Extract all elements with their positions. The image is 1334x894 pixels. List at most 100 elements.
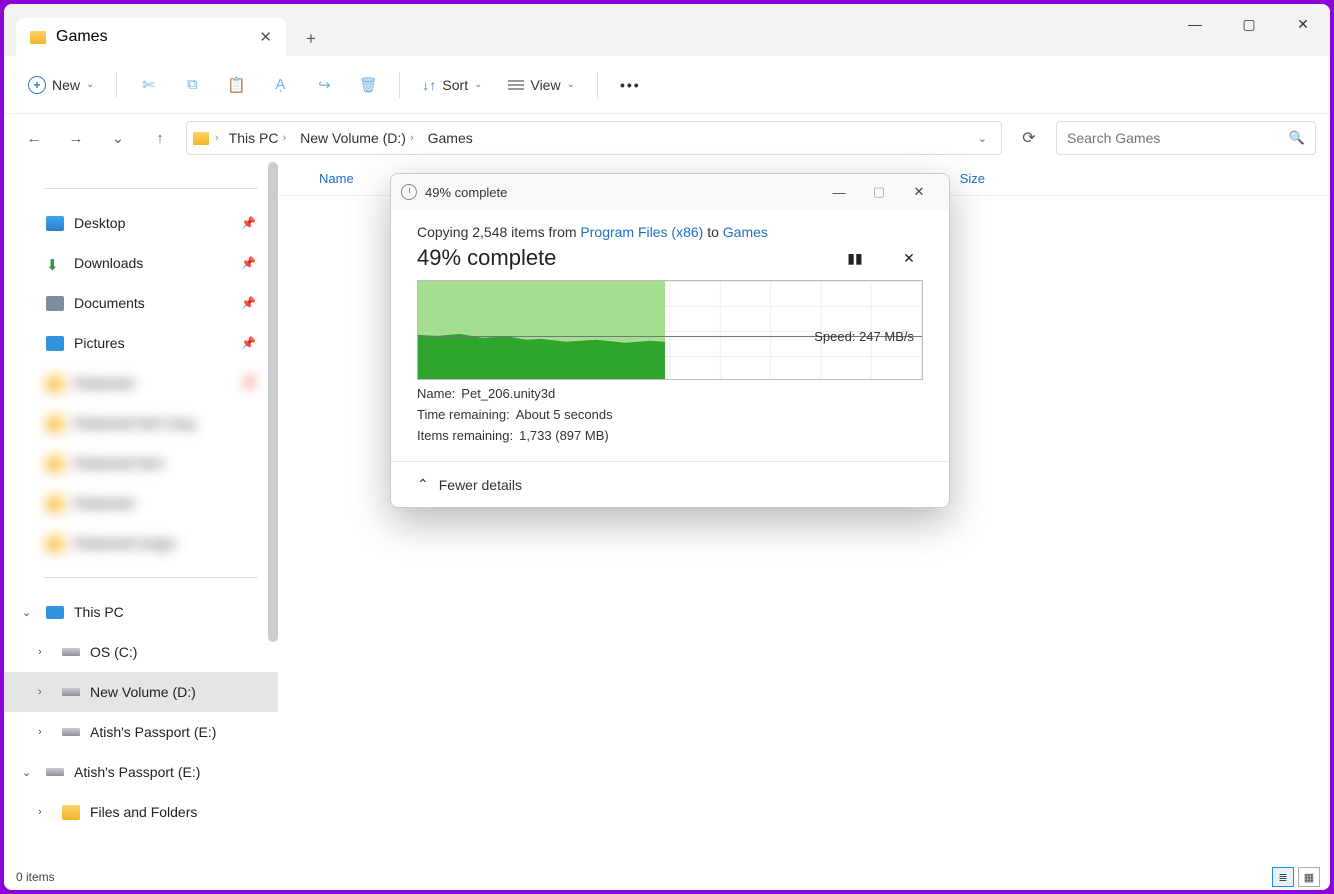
sidebar-item-documents[interactable]: Documents📌 <box>4 283 278 323</box>
new-label: New <box>52 77 80 93</box>
sidebar-label: Desktop <box>74 215 125 231</box>
documents-icon <box>46 296 64 311</box>
chevron-down-icon: ⌄ <box>86 79 94 90</box>
tab-games[interactable]: Games ✕ <box>16 18 286 56</box>
plus-icon: + <box>28 76 46 94</box>
forward-button[interactable]: → <box>60 122 92 154</box>
dialog-window-controls: — ▢ ✕ <box>819 177 939 207</box>
rename-button[interactable]: Aͅ <box>261 67 299 103</box>
close-button[interactable]: ✕ <box>899 177 939 207</box>
sidebar-item-desktop[interactable]: Desktop 📌 <box>4 203 278 243</box>
sidebar-item-drive-e[interactable]: › Atish's Passport (E:) <box>4 712 278 752</box>
search-input[interactable] <box>1067 130 1289 146</box>
chevron-right-icon: › <box>38 726 42 738</box>
paste-button[interactable]: 📋 <box>217 67 255 103</box>
dialog-titlebar[interactable]: 49% complete — ▢ ✕ <box>391 174 949 210</box>
dialog-body: Copying 2,548 items from Program Files (… <box>391 210 949 461</box>
sidebar-item-drive-c[interactable]: › OS (C:) <box>4 632 278 672</box>
up-button[interactable]: ↑ <box>144 122 176 154</box>
recent-button[interactable]: ⌄ <box>102 122 134 154</box>
maximize-button[interactable]: ▢ <box>859 177 899 207</box>
more-button[interactable]: ••• <box>610 67 651 103</box>
window-controls: — ▢ ✕ <box>1168 4 1330 44</box>
sidebar-item-redacted[interactable]: Redacted item <box>4 443 278 483</box>
chevron-right-icon: › <box>215 132 219 144</box>
new-tab-button[interactable]: + <box>294 22 328 56</box>
detail-time: Time remaining:About 5 seconds <box>417 407 923 422</box>
breadcrumb-item[interactable]: This PC › <box>225 130 290 146</box>
maximize-button[interactable]: ▢ <box>1222 4 1276 44</box>
chevron-down-icon: ⌄ <box>567 79 575 90</box>
address-bar[interactable]: › This PC › New Volume (D:) › Games ⌄ <box>186 121 1002 155</box>
chevron-right-icon: › <box>38 646 42 658</box>
details-view-button[interactable]: ≣ <box>1272 867 1294 887</box>
breadcrumb-item[interactable]: Games <box>424 130 477 146</box>
folder-icon <box>62 805 80 820</box>
desktop-icon <box>46 216 64 231</box>
minimize-button[interactable]: — <box>819 177 859 207</box>
toolbar: + New ⌄ ✄ ⧉ 📋 Aͅ ↪ 🗑 ↓↑ Sort ⌄ View ⌄ ••… <box>4 56 1330 114</box>
cut-icon: ✄ <box>139 76 157 94</box>
sidebar-label: OS (C:) <box>90 644 137 660</box>
copy-progress-dialog: 49% complete — ▢ ✕ Copying 2,548 items f… <box>390 173 950 508</box>
icons-view-button[interactable]: ▦ <box>1298 867 1320 887</box>
sidebar-label: New Volume (D:) <box>90 684 196 700</box>
pin-icon: 📌 <box>241 216 256 230</box>
fewer-details-label: Fewer details <box>439 477 522 493</box>
new-button[interactable]: + New ⌄ <box>18 67 104 103</box>
sidebar-label: Atish's Passport (E:) <box>74 764 200 780</box>
source-link[interactable]: Program Files (x86) <box>580 224 703 240</box>
back-button[interactable]: ← <box>18 122 50 154</box>
fewer-details-button[interactable]: ⌃ Fewer details <box>391 461 949 507</box>
dialog-title: 49% complete <box>425 185 507 200</box>
view-icon <box>508 80 524 90</box>
tab-close-icon[interactable]: ✕ <box>259 28 272 46</box>
view-button[interactable]: View ⌄ <box>498 67 584 103</box>
refresh-button[interactable]: ⟳ <box>1012 121 1046 155</box>
sidebar-item-folder[interactable]: ›Files and Folders <box>4 792 278 832</box>
scrollbar-thumb[interactable] <box>268 162 278 642</box>
sidebar-item-pictures[interactable]: Pictures📌 <box>4 323 278 363</box>
breadcrumb-item[interactable]: New Volume (D:) › <box>296 130 417 146</box>
pin-icon: 📌 <box>241 376 256 390</box>
dest-link[interactable]: Games <box>723 224 768 240</box>
search-icon[interactable]: 🔍 <box>1289 130 1305 146</box>
close-window-button[interactable]: ✕ <box>1276 4 1330 44</box>
chevron-right-icon: › <box>38 686 42 698</box>
cut-button[interactable]: ✄ <box>129 67 167 103</box>
minimize-button[interactable]: — <box>1168 4 1222 44</box>
pause-button[interactable]: ▮▮ <box>841 244 869 272</box>
sort-icon: ↓↑ <box>422 77 436 93</box>
column-size[interactable]: Size <box>942 171 1003 186</box>
chevron-down-icon: ⌄ <box>22 766 31 779</box>
search-box[interactable]: 🔍 <box>1056 121 1316 155</box>
sidebar-item-redacted[interactable]: Redacted item long <box>4 403 278 443</box>
separator <box>116 72 117 98</box>
sidebar-item-passport[interactable]: ⌄ Atish's Passport (E:) <box>4 752 278 792</box>
share-icon: ↪ <box>315 76 333 94</box>
speed-label: Speed: 247 MB/s <box>814 329 914 344</box>
copying-text: Copying 2,548 items from Program Files (… <box>417 224 923 240</box>
chevron-down-icon[interactable]: ⌄ <box>970 132 995 145</box>
percent-row: 49% complete ▮▮ ✕ <box>417 244 923 272</box>
sidebar-item-downloads[interactable]: ⬇Downloads📌 <box>4 243 278 283</box>
cancel-button[interactable]: ✕ <box>895 244 923 272</box>
pin-icon: 📌 <box>241 336 256 350</box>
folder-icon <box>46 536 64 551</box>
sidebar-item-redacted[interactable]: Redacted longer <box>4 523 278 563</box>
folder-icon <box>193 132 209 145</box>
sidebar-label: Atish's Passport (E:) <box>90 724 216 740</box>
sort-button[interactable]: ↓↑ Sort ⌄ <box>412 67 492 103</box>
sidebar-item-redacted[interactable]: Redacted📌 <box>4 363 278 403</box>
share-button[interactable]: ↪ <box>305 67 343 103</box>
chevron-right-icon: › <box>38 806 42 818</box>
delete-button[interactable]: 🗑 <box>349 67 387 103</box>
sidebar-label: Downloads <box>74 255 143 271</box>
copy-button[interactable]: ⧉ <box>173 67 211 103</box>
folder-icon <box>46 456 64 471</box>
sidebar-item-redacted[interactable]: Redacted <box>4 483 278 523</box>
column-name[interactable]: Name <box>301 171 372 186</box>
pictures-icon <box>46 336 64 351</box>
sidebar-item-drive-d[interactable]: › New Volume (D:) <box>4 672 278 712</box>
sidebar-item-this-pc[interactable]: ⌄This PC <box>4 592 278 632</box>
